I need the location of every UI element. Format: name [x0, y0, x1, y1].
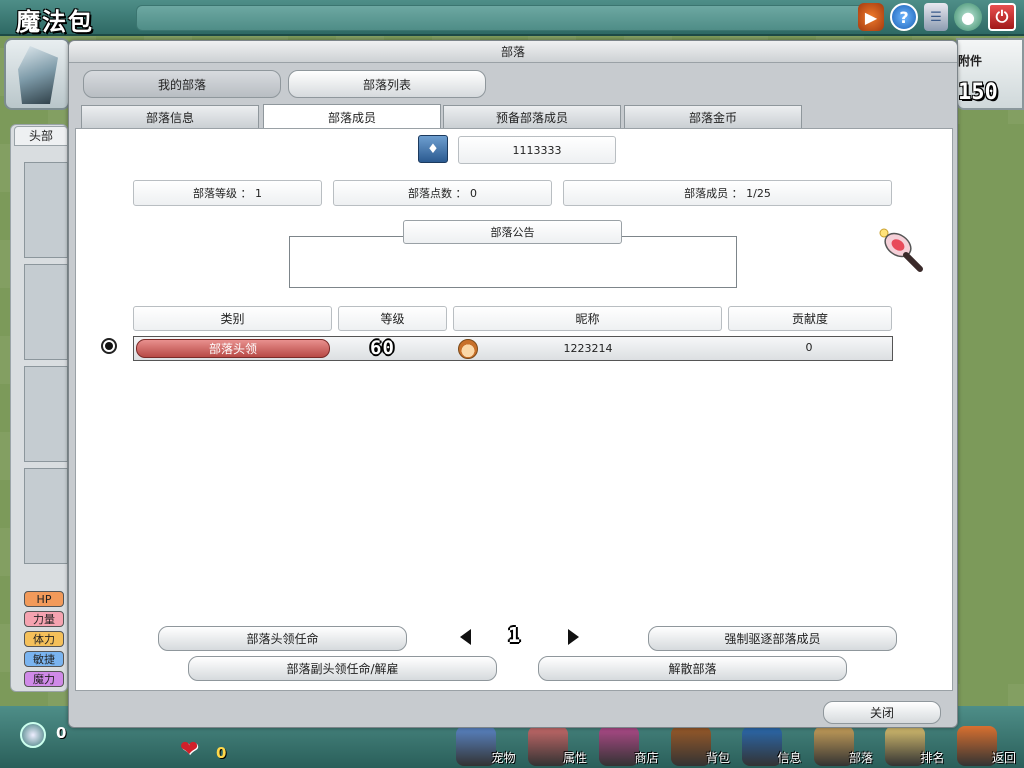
menu-item-attribute[interactable]: 属性: [522, 726, 594, 768]
stat-magic-label: 魔力: [33, 673, 55, 686]
tribe-icon: [813, 726, 854, 766]
pet-icon: [456, 726, 496, 766]
equipment-slot[interactable]: [24, 162, 68, 258]
menu-item-pet[interactable]: 宠物: [450, 726, 522, 768]
menu-item-label: 属性: [562, 751, 587, 765]
tab-tribe-gold[interactable]: 部落金币: [624, 105, 802, 129]
stat-strength: 力量: [24, 611, 64, 627]
stat-strength-label: 力量: [33, 613, 55, 626]
appoint-leader-button[interactable]: 部落头领任命: [158, 626, 407, 651]
tab-reserve-members[interactable]: 预备部落成员: [443, 105, 621, 129]
help-icon[interactable]: ?: [890, 3, 918, 31]
tribe-id-field: 1113333: [458, 136, 616, 164]
tribe-emblem-icon: ♦: [418, 135, 448, 163]
stat-agility: 敏捷: [24, 651, 64, 667]
header-level: 等级: [338, 306, 447, 331]
potion-icon: [879, 228, 923, 272]
member-nickname: 1223214: [563, 342, 613, 355]
menu-item-info[interactable]: 信息: [736, 726, 808, 768]
equipment-slot[interactable]: [24, 264, 68, 360]
attribute-icon: [527, 726, 568, 766]
member-select-radio[interactable]: [101, 338, 117, 354]
menu-item-tribe[interactable]: 部落: [808, 726, 880, 768]
book-icon[interactable]: ☰: [924, 3, 948, 31]
stat-hp: HP: [24, 591, 64, 607]
my-tribe-button[interactable]: 我的部落: [83, 70, 281, 98]
tribe-level-field: 部落等级 ： 1: [133, 180, 322, 206]
bag-icon: [670, 726, 711, 766]
next-page-arrow-icon[interactable]: [568, 629, 579, 645]
deputy-leader-button[interactable]: 部落副头领任命/解雇: [188, 656, 497, 681]
menu-item-label: 商店: [634, 751, 659, 765]
dialog-title: 部落: [69, 41, 957, 63]
background-field: [952, 124, 1024, 684]
menu-item-label: 排名: [920, 751, 945, 765]
return-icon: [956, 726, 997, 766]
prev-page-arrow-icon[interactable]: [460, 629, 471, 645]
member-rank: 部落头领: [136, 339, 330, 358]
info-icon: [742, 726, 782, 766]
member-contribution: 0: [805, 341, 813, 354]
stat-stamina: 体力: [24, 631, 64, 647]
tab-tribe-info[interactable]: 部落信息: [81, 105, 259, 129]
menu-item-bag[interactable]: 背包: [665, 726, 737, 768]
top-toolbar: ▶ ? ☰ ● ⏻: [858, 3, 1016, 31]
ranking-icon: [885, 726, 925, 766]
page-number: 1: [508, 623, 521, 647]
kick-member-button[interactable]: 强制驱逐部落成员: [648, 626, 897, 651]
header-category: 类别: [133, 306, 332, 331]
top-bar: 魔法包 ▶ ? ☰ ● ⏻: [0, 0, 1024, 36]
coins-icon[interactable]: ●: [954, 3, 982, 31]
heart-count: 0: [216, 744, 227, 762]
coin-count: 0: [56, 724, 67, 742]
member-avatar-icon: [458, 339, 478, 359]
members-panel: ♦ 1113333 部落等级 ： 1 部落点数 ： 0 部落成员 ： 1/25 …: [75, 128, 953, 691]
menu-item-label: 宠物: [491, 751, 516, 765]
member-level: 60: [370, 337, 395, 359]
coin-icon: [20, 722, 46, 748]
tribe-points-field: 部落点数 ： 0: [333, 180, 552, 206]
header-contribution: 贡献度: [728, 306, 892, 331]
menu-item-return[interactable]: 返回: [951, 726, 1023, 768]
tribe-notice-label: 部落公告: [403, 220, 622, 244]
megaphone-icon[interactable]: ▶: [858, 3, 884, 31]
stat-agility-label: 敏捷: [33, 653, 55, 666]
stat-magic: 魔力: [24, 671, 64, 687]
stat-stamina-label: 体力: [33, 633, 55, 646]
shop-icon: [599, 726, 639, 766]
menu-item-label: 背包: [705, 751, 730, 765]
tribe-members-field: 部落成员 ： 1/25: [563, 180, 892, 206]
tab-head[interactable]: 头部: [14, 126, 68, 146]
bottom-menu: 宠物 属性 商店 背包 信息 部落 排名 返回: [450, 726, 1022, 768]
app-title: 魔法包: [16, 8, 94, 36]
header-nickname: 昵称: [453, 306, 722, 331]
attachment-label: 附件: [958, 54, 983, 68]
stat-hp-label: HP: [36, 593, 52, 606]
table-row[interactable]: 部落头领 60 1223214 0: [133, 336, 893, 361]
close-button[interactable]: 关闭: [823, 701, 941, 724]
character-avatar[interactable]: [4, 38, 70, 110]
equipment-slot[interactable]: [24, 468, 68, 564]
menu-item-ranking[interactable]: 排名: [879, 726, 951, 768]
attachment-count: 150: [958, 80, 998, 105]
menu-item-shop[interactable]: 商店: [593, 726, 665, 768]
disband-tribe-button[interactable]: 解散部落: [538, 656, 847, 681]
menu-item-label: 部落: [848, 751, 873, 765]
top-message-bar: [136, 5, 866, 31]
tab-tribe-members[interactable]: 部落成员: [263, 104, 441, 130]
menu-item-label: 信息: [777, 751, 802, 765]
menu-item-label: 返回: [991, 751, 1016, 765]
power-icon[interactable]: ⏻: [988, 3, 1016, 31]
tribe-list-button[interactable]: 部落列表: [288, 70, 486, 98]
equipment-slot[interactable]: [24, 366, 68, 462]
heart-icon: ❤: [180, 737, 199, 762]
tribe-dialog: 部落 我的部落 部落列表 部落信息 部落成员 预备部落成员 部落金币 ♦ 111…: [68, 40, 958, 728]
